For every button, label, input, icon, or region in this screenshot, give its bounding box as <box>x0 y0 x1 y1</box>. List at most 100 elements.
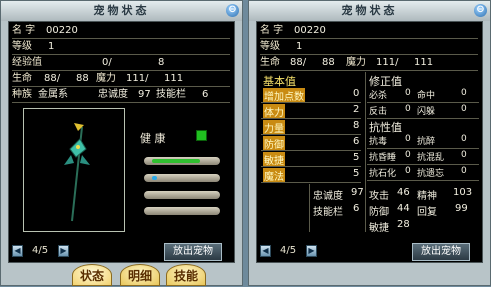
recover-value: 99 <box>455 203 468 214</box>
correction_stats-value: 0 <box>405 104 411 114</box>
correction_stats-label: 闪躲 <box>417 107 436 117</box>
skills-label: 技能栏 <box>313 207 343 218</box>
level-label: 等级 <box>260 41 280 52</box>
hp-label: 生命 <box>12 73 32 84</box>
level-value: 1 <box>296 41 303 52</box>
close-icon[interactable]: ⊖ <box>474 4 487 17</box>
pet-portrait <box>23 108 125 232</box>
agility-label: 敏捷 <box>369 223 389 234</box>
spirit-value: 103 <box>453 187 473 198</box>
loyalty-label: 忠诚度 <box>313 191 343 202</box>
stat-bar <box>144 174 220 182</box>
base-stat-value: 2 <box>353 104 360 115</box>
correction-header: 修正值 <box>369 75 402 88</box>
tab-detail[interactable]: 明细 <box>120 264 160 286</box>
defense-label: 防御 <box>369 207 389 218</box>
name-label: 名 字 <box>260 25 284 36</box>
skills-value: 6 <box>353 203 360 214</box>
resist_stats-label: 抗醉 <box>417 137 436 147</box>
mp-label: 魔力 <box>346 57 366 68</box>
loyalty-label: 忠诚度 <box>98 89 128 100</box>
resist_stats-label: 抗昏睡 <box>369 153 397 163</box>
health-label: 健 康 <box>140 132 166 145</box>
correction_stats-value: 0 <box>405 88 411 98</box>
base-stat-value: 0 <box>353 88 360 99</box>
skills-label: 技能栏 <box>156 89 186 100</box>
release-pet-button[interactable]: 放出宠物 <box>412 243 470 261</box>
pet-sprite-icon <box>64 123 90 222</box>
base-stat-label: 敏捷 <box>263 152 285 167</box>
mp-value: 111/ <box>376 57 399 68</box>
base-stat-label: 防御 <box>263 136 285 151</box>
defense-value: 44 <box>397 203 410 214</box>
attack-label: 攻击 <box>369 191 389 202</box>
next-page-icon[interactable]: ▶ <box>58 245 69 257</box>
prev-page-icon[interactable]: ◀ <box>12 245 23 257</box>
mp-max: 111 <box>164 73 184 84</box>
exp-label: 经验值 <box>12 57 42 68</box>
resist_stats-label: 抗混乱 <box>417 153 445 163</box>
level-row: 等级 1 <box>12 40 230 55</box>
resist_stats-value: 0 <box>461 150 467 160</box>
base-stat-value: 5 <box>353 152 360 163</box>
pager-bar: ◀ 4/5 ▶ 放出宠物 <box>256 241 483 261</box>
hp-label: 生命 <box>260 57 280 68</box>
skills-value: 6 <box>202 89 209 100</box>
correction_stats-value: 0 <box>461 88 467 98</box>
resist_stats-label: 抗石化 <box>369 169 397 179</box>
resist_stats-value: 0 <box>405 166 411 176</box>
name-value: 00220 <box>46 25 78 36</box>
base-stat-label: 力量 <box>263 120 285 135</box>
hp-mp-row: 生命 88/ 88 魔力 111/ 111 <box>12 72 230 87</box>
hp-max: 88 <box>322 57 335 68</box>
base-stat-label: 魔法 <box>263 168 285 183</box>
level-row: 等级 1 <box>260 40 478 55</box>
agility-value: 28 <box>397 219 410 230</box>
resist_stats-value: 0 <box>461 134 467 144</box>
stat-bar-fill <box>152 159 200 163</box>
resist_stats-label: 抗毒 <box>369 137 388 147</box>
race-row: 种族 金属系 忠诚度 97 技能栏 6 <box>12 88 230 103</box>
base-stats-header: 基本值 <box>263 75 296 88</box>
stat-bar-fill <box>152 176 157 180</box>
tab-skills[interactable]: 技能 <box>166 264 206 286</box>
hp-max: 88 <box>76 73 89 84</box>
correction_stats-label: 命中 <box>417 91 436 101</box>
resist_stats-value: 0 <box>405 150 411 160</box>
loyalty-value: 97 <box>138 89 151 100</box>
page-indicator: 4/5 <box>280 245 297 256</box>
base-stat-label: 体力 <box>263 104 285 119</box>
mp-label: 魔力 <box>96 73 116 84</box>
name-row: 名 字 00220 <box>12 24 230 39</box>
exp-max: 8 <box>158 57 165 68</box>
level-value: 1 <box>48 41 55 52</box>
detail-area: 名 字 00220 等级 1 生命 88/ 88 魔力 111/ 111 基本值… <box>256 21 483 263</box>
resist_stats-label: 抗遗忘 <box>417 169 445 179</box>
race-label: 种族 <box>12 89 32 100</box>
release-pet-button[interactable]: 放出宠物 <box>164 243 222 261</box>
window-title: 宠物状态 ⊖ <box>249 1 490 21</box>
window-title: 宠物状态 ⊖ <box>1 1 242 21</box>
close-icon[interactable]: ⊖ <box>226 4 239 17</box>
base-stat-label: 增加点数 <box>263 88 305 103</box>
hp-value: 88/ <box>44 73 61 84</box>
correction_stats-label: 必杀 <box>369 91 388 101</box>
exp-row: 经验值 0/ 8 <box>12 56 230 71</box>
pet-status-window-left: 宠物状态 ⊖ 名 字 00220 等级 1 经验值 0/ 8 生命 88/ 88… <box>0 0 243 286</box>
resist_stats-value: 0 <box>405 134 411 144</box>
base-stat-value: 6 <box>353 136 360 147</box>
next-page-icon[interactable]: ▶ <box>306 245 317 257</box>
mp-value: 111/ <box>126 73 149 84</box>
title-text: 宠物状态 <box>93 4 150 17</box>
title-text: 宠物状态 <box>341 4 398 17</box>
status-area: 名 字 00220 等级 1 经验值 0/ 8 生命 88/ 88 魔力 111… <box>8 21 235 263</box>
tab-status[interactable]: 状态 <box>72 264 112 286</box>
correction_stats-label: 反击 <box>369 107 388 117</box>
level-label: 等级 <box>12 41 32 52</box>
name-value: 00220 <box>294 25 326 36</box>
stat-bar <box>144 191 220 199</box>
correction_stats-value: 0 <box>461 104 467 114</box>
loyalty-value: 97 <box>351 187 364 198</box>
prev-page-icon[interactable]: ◀ <box>260 245 271 257</box>
pager-bar: ◀ 4/5 ▶ 放出宠物 <box>8 241 235 261</box>
